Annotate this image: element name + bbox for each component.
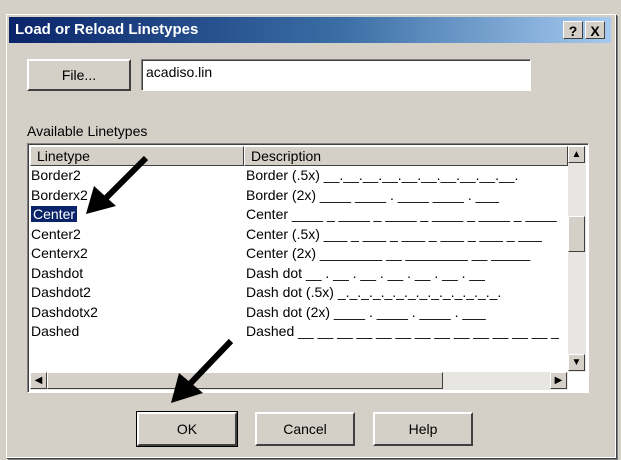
linetype-name-text: Dashed	[31, 323, 80, 339]
annotation-arrow-icon	[86, 155, 149, 214]
linetype-name-text: Border2	[31, 167, 81, 183]
column-header-description[interactable]: Description	[244, 146, 568, 166]
scroll-thumb[interactable]	[568, 216, 585, 252]
linetype-name: Dashdot2	[31, 283, 241, 302]
scroll-right-icon[interactable]: ▶	[550, 372, 567, 389]
linetype-name-text: Dashdot	[31, 264, 84, 281]
scroll-up-icon[interactable]: ▲	[568, 146, 585, 163]
linetype-row[interactable]: Dashdot2 Dash dot (.5x) _._._._._._._._._…	[30, 283, 586, 302]
linetype-description: Border (2x) ____ ____ . ____ ____ . ___	[246, 186, 499, 203]
load-linetypes-dialog: Load or Reload Linetypes ? X File... aca…	[6, 14, 616, 458]
close-button[interactable]: X	[585, 21, 605, 39]
linetype-description: Dash dot (2x) ____ . ____ . ____ . ___	[246, 303, 486, 320]
linetype-row[interactable]: Dashdotx2 Dash dot (2x) ____ . ____ . ___…	[30, 303, 586, 322]
linetype-description: Border (.5x) __.__.__.__.__.__.__.__.__.…	[246, 167, 519, 183]
linetype-name-text: Dashdotx2	[31, 303, 98, 320]
dialog-title: Load or Reload Linetypes	[15, 21, 199, 38]
title-bar[interactable]: Load or Reload Linetypes ? X	[9, 17, 611, 43]
linetype-row[interactable]: Dashed Dashed __ __ __ __ __ __ __ __ __ …	[30, 322, 586, 341]
vertical-scrollbar[interactable]: ▲ ▼	[568, 146, 586, 372]
horizontal-scrollbar[interactable]: ◀ ▶	[30, 372, 568, 390]
linetype-name-text: Dashdot2	[31, 284, 91, 300]
linetype-description: Dash dot __ . __ . __ . __ . __ . __ . _…	[246, 264, 485, 281]
linetype-description: Center (.5x) ___ _ ___ _ ___ _ ___ _ ___…	[246, 225, 542, 242]
linetype-name-text: Center	[29, 205, 79, 223]
linetype-row[interactable]: Center2 Center (.5x) ___ _ ___ _ ___ _ __…	[30, 225, 586, 244]
linetype-name-text: Center2	[31, 225, 81, 242]
linetype-name: Center2	[31, 225, 241, 244]
linetype-description: Center ____ _ ____ _ ____ _ ____ _ ____ …	[246, 206, 557, 222]
help-title-button[interactable]: ?	[563, 21, 583, 39]
file-button[interactable]: File...	[27, 59, 131, 91]
cancel-button[interactable]: Cancel	[255, 412, 355, 446]
available-linetypes-label: Available Linetypes	[27, 123, 148, 139]
ok-button[interactable]: OK	[136, 411, 238, 447]
scroll-down-icon[interactable]: ▼	[568, 354, 585, 371]
linetype-description: Dashed __ __ __ __ __ __ __ __ __ __ __ …	[246, 323, 559, 339]
linetype-name: Dashdotx2	[31, 303, 241, 322]
linetype-name: Dashdot	[31, 264, 241, 283]
scroll-left-icon[interactable]: ◀	[30, 372, 47, 389]
linetype-description: Center (2x) ________ __ ________ __ ____…	[246, 245, 531, 261]
linetype-name: Centerx2	[31, 244, 241, 263]
linetype-description: Dash dot (.5x) _._._._._._._._._._._._._…	[246, 284, 502, 300]
linetype-row[interactable]: Dashdot Dash dot __ . __ . __ . __ . __ .…	[30, 264, 586, 283]
horizontal-scroll-thumb[interactable]	[47, 372, 443, 389]
file-name-field[interactable]: acadiso.lin	[141, 59, 531, 91]
linetype-row[interactable]: Centerx2 Center (2x) ________ __ ________…	[30, 244, 586, 263]
help-button[interactable]: Help	[373, 412, 473, 446]
linetype-name-text: Centerx2	[31, 245, 88, 261]
annotation-arrow-ok-icon	[171, 338, 234, 403]
